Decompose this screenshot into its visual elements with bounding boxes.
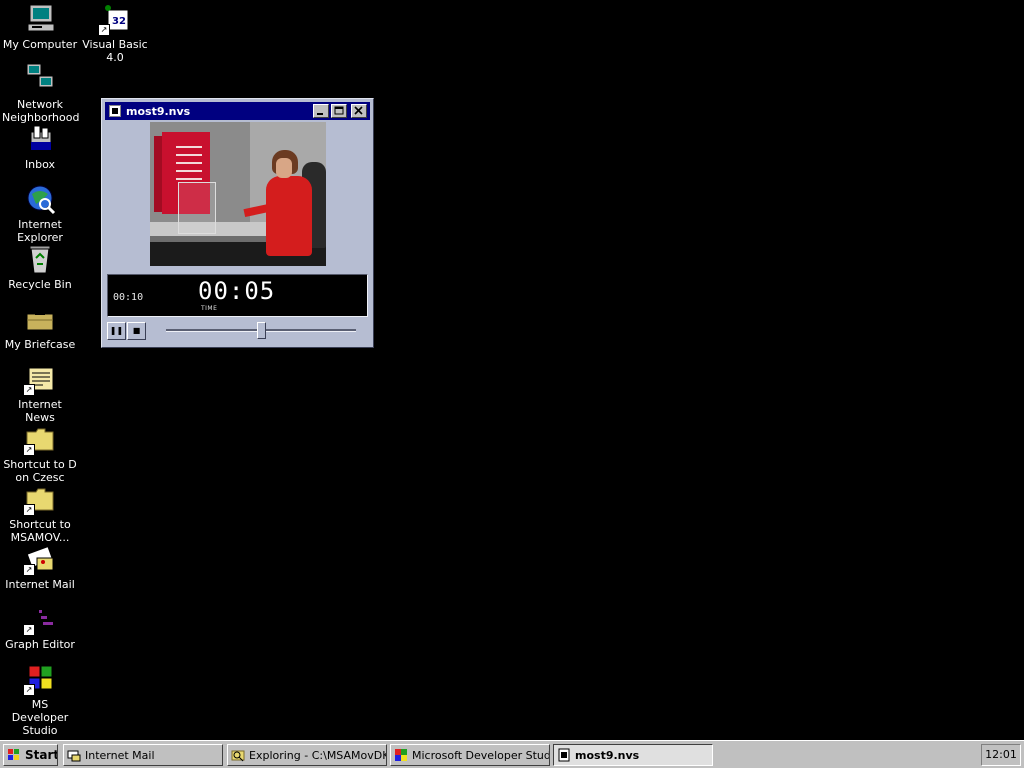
desktop-icon-label: MS Developer Studio xyxy=(11,698,69,737)
current-time: 00:05 xyxy=(198,277,276,305)
shortcut-arrow-icon: ↗ xyxy=(98,24,110,36)
total-duration: 00:10 xyxy=(113,292,144,303)
desktop-icon-label: Internet News xyxy=(18,398,62,424)
desktop-icon-network-neighborhood[interactable]: Network Neighborhood xyxy=(2,62,80,124)
taskbar: Start Internet Mail Exploring - C:\MSAMo… xyxy=(0,740,1024,768)
close-button[interactable] xyxy=(351,104,367,118)
window-title: most9.nvs xyxy=(126,104,191,118)
shortcut-arrow-icon: ↗ xyxy=(23,684,35,696)
desktop-icon-label: Internet Explorer xyxy=(17,218,63,244)
taskbar-item-label: most9.nvs xyxy=(575,748,640,762)
desktop-icon-internet-news[interactable]: ↗ Internet News xyxy=(2,362,78,424)
desktop-icon-label: My Computer xyxy=(2,38,78,51)
my-computer-icon xyxy=(23,2,57,36)
shortcut-arrow-icon: ↗ xyxy=(23,444,35,456)
folder-shortcut-icon: ↗ xyxy=(23,482,57,516)
briefcase-icon xyxy=(23,302,57,336)
shortcut-arrow-icon: ↗ xyxy=(23,384,35,396)
taskbar-item-exploring[interactable]: Exploring - C:\MSAMovDK... xyxy=(227,744,387,766)
shortcut-arrow-icon: ↗ xyxy=(23,564,35,576)
explorer-icon xyxy=(231,748,245,762)
maximize-button[interactable] xyxy=(331,104,347,118)
desktop-icon-label: Shortcut to MSAMOV... xyxy=(9,518,71,544)
ms-developer-studio-icon: ↗ xyxy=(23,662,57,696)
inbox-icon xyxy=(23,122,57,156)
start-label: Start xyxy=(25,748,58,762)
taskbar-item-internet-mail[interactable]: Internet Mail xyxy=(63,744,223,766)
desktop-icon-shortcut-d-czesc[interactable]: ↗ Shortcut to D on Czesc xyxy=(2,422,78,484)
internet-explorer-icon xyxy=(23,182,57,216)
pause-icon: ❚❚ xyxy=(109,326,124,335)
desktop-icon-label: Inbox xyxy=(24,158,56,171)
internet-mail-icon xyxy=(67,748,81,762)
desktop-icon-ms-developer-studio[interactable]: ↗ MS Developer Studio xyxy=(2,662,78,737)
desktop-icon-label: Internet Mail xyxy=(5,578,75,591)
desktop-icon-label: My Briefcase xyxy=(4,338,76,351)
graph-editor-icon: ↗ xyxy=(23,602,57,636)
desktop-icon-label: Graph Editor xyxy=(5,638,75,651)
taskbar-item-most9[interactable]: most9.nvs xyxy=(553,744,713,766)
network-neighborhood-icon xyxy=(23,62,57,96)
close-icon xyxy=(354,106,363,115)
stop-icon: ■ xyxy=(132,326,141,335)
media-file-icon xyxy=(557,748,571,762)
minimize-button[interactable] xyxy=(313,104,329,118)
desktop-icon-graph-editor[interactable]: ↗ Graph Editor xyxy=(2,602,78,651)
clock: 12:01 xyxy=(985,748,1017,761)
internet-news-icon: ↗ xyxy=(23,362,57,396)
taskbar-item-developer-studio[interactable]: Microsoft Developer Studi... xyxy=(390,744,550,766)
taskbar-item-label: Microsoft Developer Studi... xyxy=(412,748,550,762)
time-display: 00:10 00:05 TIME xyxy=(107,274,368,317)
taskbar-item-label: Exploring - C:\MSAMovDK... xyxy=(249,748,387,762)
desktop-icon-shortcut-msamov[interactable]: ↗ Shortcut to MSAMOV... xyxy=(2,482,78,544)
ms-developer-studio-icon xyxy=(394,748,408,762)
desktop-icon-label: Shortcut to D on Czesc xyxy=(3,458,77,484)
time-label: TIME xyxy=(201,305,218,312)
media-player-window[interactable]: most9.nvs 00:10 00:05 TIME ❚❚ ■ xyxy=(101,98,374,348)
desktop-icon-internet-explorer[interactable]: Internet Explorer xyxy=(2,182,78,244)
window-titlebar[interactable]: most9.nvs xyxy=(105,102,370,120)
video-frame[interactable] xyxy=(150,122,326,266)
system-tray[interactable]: 12:01 xyxy=(981,744,1021,766)
pause-button[interactable]: ❚❚ xyxy=(107,322,126,340)
stop-button[interactable]: ■ xyxy=(127,322,146,340)
taskbar-item-label: Internet Mail xyxy=(85,748,155,762)
desktop-icon-my-computer[interactable]: My Computer xyxy=(2,2,78,51)
seek-slider-thumb[interactable] xyxy=(257,322,266,339)
recycle-bin-icon xyxy=(23,242,57,276)
desktop-icon-label: Network Neighborhood xyxy=(2,98,80,124)
folder-shortcut-icon: ↗ xyxy=(23,422,57,456)
desktop-icon-label: Recycle Bin xyxy=(8,278,72,291)
shortcut-arrow-icon: ↗ xyxy=(23,624,35,636)
maximize-icon xyxy=(334,106,344,115)
start-button[interactable]: Start xyxy=(3,744,58,766)
desktop-icon-internet-mail[interactable]: ↗ Internet Mail xyxy=(2,542,78,591)
desktop-icon-recycle-bin[interactable]: Recycle Bin xyxy=(2,242,78,291)
internet-mail-icon: ↗ xyxy=(23,542,57,576)
svg-text:32: 32 xyxy=(112,16,126,27)
minimize-icon xyxy=(317,113,323,115)
desktop-icon-my-briefcase[interactable]: My Briefcase xyxy=(2,302,78,351)
desktop-icon-visual-basic[interactable]: 32 ↗ Visual Basic 4.0 xyxy=(77,2,153,64)
desktop-icon-inbox[interactable]: Inbox xyxy=(2,122,78,171)
media-file-icon xyxy=(109,105,121,117)
desktop-icon-label: Visual Basic 4.0 xyxy=(82,38,148,64)
windows-logo-icon xyxy=(7,748,21,762)
visual-basic-icon: 32 ↗ xyxy=(98,2,132,36)
shortcut-arrow-icon: ↗ xyxy=(23,504,35,516)
